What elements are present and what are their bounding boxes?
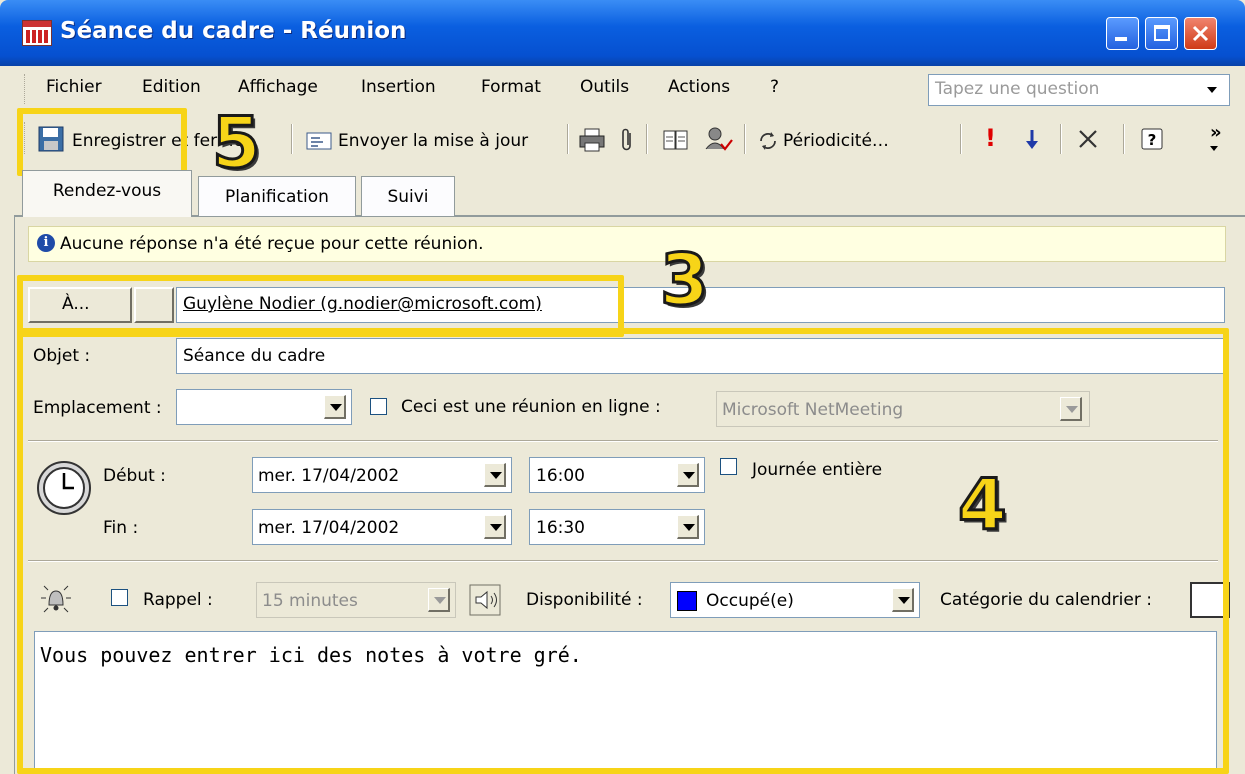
toolbar-options-arrow-icon[interactable]	[1210, 146, 1218, 151]
send-update-label[interactable]: Envoyer la mise à jour	[338, 131, 528, 151]
menu-insertion[interactable]: Insertion	[361, 77, 436, 97]
toolbar-separator	[646, 124, 648, 154]
info-icon: i	[37, 234, 55, 252]
menu-format[interactable]: Format	[481, 77, 541, 97]
toolbar-separator	[1060, 124, 1062, 154]
importance-low-button[interactable]	[1024, 128, 1040, 157]
maximize-button[interactable]	[1145, 17, 1178, 50]
close-icon	[1192, 25, 1209, 42]
print-button[interactable]	[578, 127, 606, 158]
ask-question-placeholder: Tapez une question	[935, 79, 1100, 99]
paperclip-icon	[622, 128, 631, 151]
tab-suivi[interactable]: Suivi	[361, 176, 455, 216]
highlight-box-4	[17, 328, 1229, 774]
info-text: Aucune réponse n'a été reçue pour cette …	[60, 234, 484, 254]
envelope-icon	[306, 132, 332, 150]
check-names-button[interactable]	[704, 125, 734, 158]
toolbar-separator	[291, 124, 293, 154]
address-book-icon	[663, 130, 688, 150]
menu-fichier[interactable]: Fichier	[46, 77, 102, 97]
annotation-number-4: 4	[957, 464, 1009, 546]
address-book-button[interactable]	[662, 127, 690, 158]
help-question-icon: ?	[1141, 128, 1163, 150]
annotation-number-5: 5	[211, 102, 263, 184]
highlight-box-5	[17, 108, 187, 176]
menu-help[interactable]: ?	[770, 77, 779, 97]
minimize-button[interactable]	[1106, 17, 1139, 50]
send-update-button[interactable]	[306, 131, 332, 156]
menu-affichage[interactable]: Affichage	[238, 77, 318, 97]
recurrence-label[interactable]: Périodicité…	[783, 131, 889, 151]
printer-icon	[579, 128, 605, 152]
annotation-number-3: 3	[659, 239, 711, 321]
importance-high-icon[interactable]: !	[985, 124, 996, 152]
toolbar-separator	[567, 124, 569, 154]
down-arrow-icon	[1026, 130, 1038, 149]
delete-x-icon	[1079, 130, 1097, 148]
recurrence-icon	[760, 132, 776, 150]
menu-actions[interactable]: Actions	[668, 77, 730, 97]
close-button[interactable]	[1184, 17, 1217, 50]
toolbar-separator	[960, 124, 962, 154]
tab-rendez-vous[interactable]: Rendez-vous	[22, 170, 192, 217]
tab-baseline	[14, 216, 1245, 217]
delete-button[interactable]	[1076, 127, 1100, 156]
menu-grip[interactable]	[24, 74, 27, 104]
window-title: Séance du cadre - Réunion	[60, 18, 407, 44]
toolbar-separator	[1123, 124, 1125, 154]
toolbar-overflow-icon[interactable]: »	[1210, 122, 1222, 143]
check-names-icon	[705, 127, 733, 151]
help-button[interactable]: ?	[1140, 127, 1164, 156]
svg-text:?: ?	[1148, 131, 1157, 149]
ask-dropdown-arrow-icon[interactable]	[1207, 87, 1217, 93]
menu-outils[interactable]: Outils	[580, 77, 629, 97]
toolbar-separator	[744, 124, 746, 154]
attach-button[interactable]	[618, 127, 636, 158]
recurrence-button[interactable]	[756, 129, 780, 158]
calendar-app-icon[interactable]	[22, 20, 52, 46]
menu-edition[interactable]: Edition	[142, 77, 201, 97]
